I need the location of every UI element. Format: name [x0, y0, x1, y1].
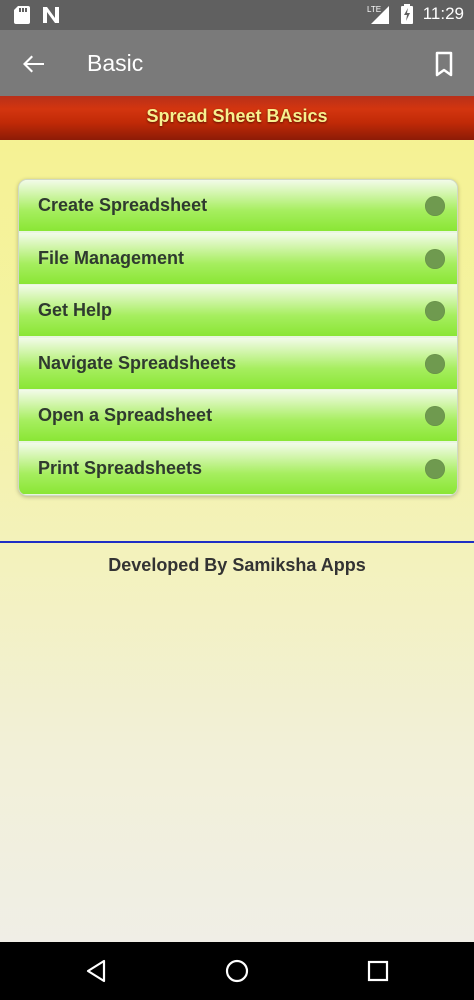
recents-square-icon[interactable]: [365, 958, 391, 984]
list-item-label: Open a Spreadsheet: [38, 405, 213, 425]
list-item-label: Get Help: [38, 300, 113, 320]
list-item-open-a-spreadsheet[interactable]: Open a Spreadsheet: [19, 390, 457, 441]
home-circle-icon[interactable]: [224, 958, 250, 984]
developer-credit: Developed By Samiksha Apps: [108, 555, 366, 575]
list-item-label: Navigate Spreadsheets: [38, 352, 237, 373]
list-item-get-help[interactable]: Get Help: [19, 285, 457, 336]
n-notification-icon: [43, 7, 59, 23]
menu-list: Create Spreadsheet File Management Get H…: [18, 179, 458, 496]
page-title: Basic: [87, 50, 144, 76]
status-bar: LTE 11:29: [0, 0, 474, 30]
banner-title: Spread Sheet BAsics: [146, 106, 328, 126]
list-item-label: Print Spreadsheets: [38, 457, 203, 478]
svg-text:LTE: LTE: [367, 5, 381, 14]
status-left-icons: [14, 6, 60, 24]
lte-signal-icon: LTE: [367, 5, 389, 24]
bullet-dot-icon: [425, 458, 445, 479]
battery-icon: [400, 4, 413, 24]
system-nav-bar: [0, 942, 474, 1000]
bullet-dot-icon: [425, 406, 445, 426]
list-item-print-spreadsheets[interactable]: Print Spreadsheets: [19, 442, 457, 494]
bullet-dot-icon: [425, 301, 445, 321]
bullet-dot-icon: [425, 248, 445, 269]
divider: [0, 541, 474, 543]
list-item-navigate-spreadsheets[interactable]: Navigate Spreadsheets: [19, 337, 457, 389]
list-item-create-spreadsheet[interactable]: Create Spreadsheet: [19, 180, 457, 231]
back-triangle-icon[interactable]: [84, 958, 110, 984]
list-item-label: File Management: [38, 247, 185, 268]
sd-card-icon: [14, 6, 30, 24]
section-banner: Spread Sheet BAsics: [0, 96, 474, 140]
list-item-file-management[interactable]: File Management: [19, 232, 457, 284]
bullet-dot-icon: [425, 196, 445, 216]
bullet-dot-icon: [425, 353, 445, 374]
back-arrow-icon[interactable]: [18, 48, 50, 80]
list-item-label: Create Spreadsheet: [38, 195, 208, 215]
bookmark-icon[interactable]: [430, 50, 458, 78]
status-right-icons: LTE 11:29: [367, 4, 464, 24]
status-time: 11:29: [422, 4, 464, 23]
app-bar: Basic: [0, 30, 474, 96]
